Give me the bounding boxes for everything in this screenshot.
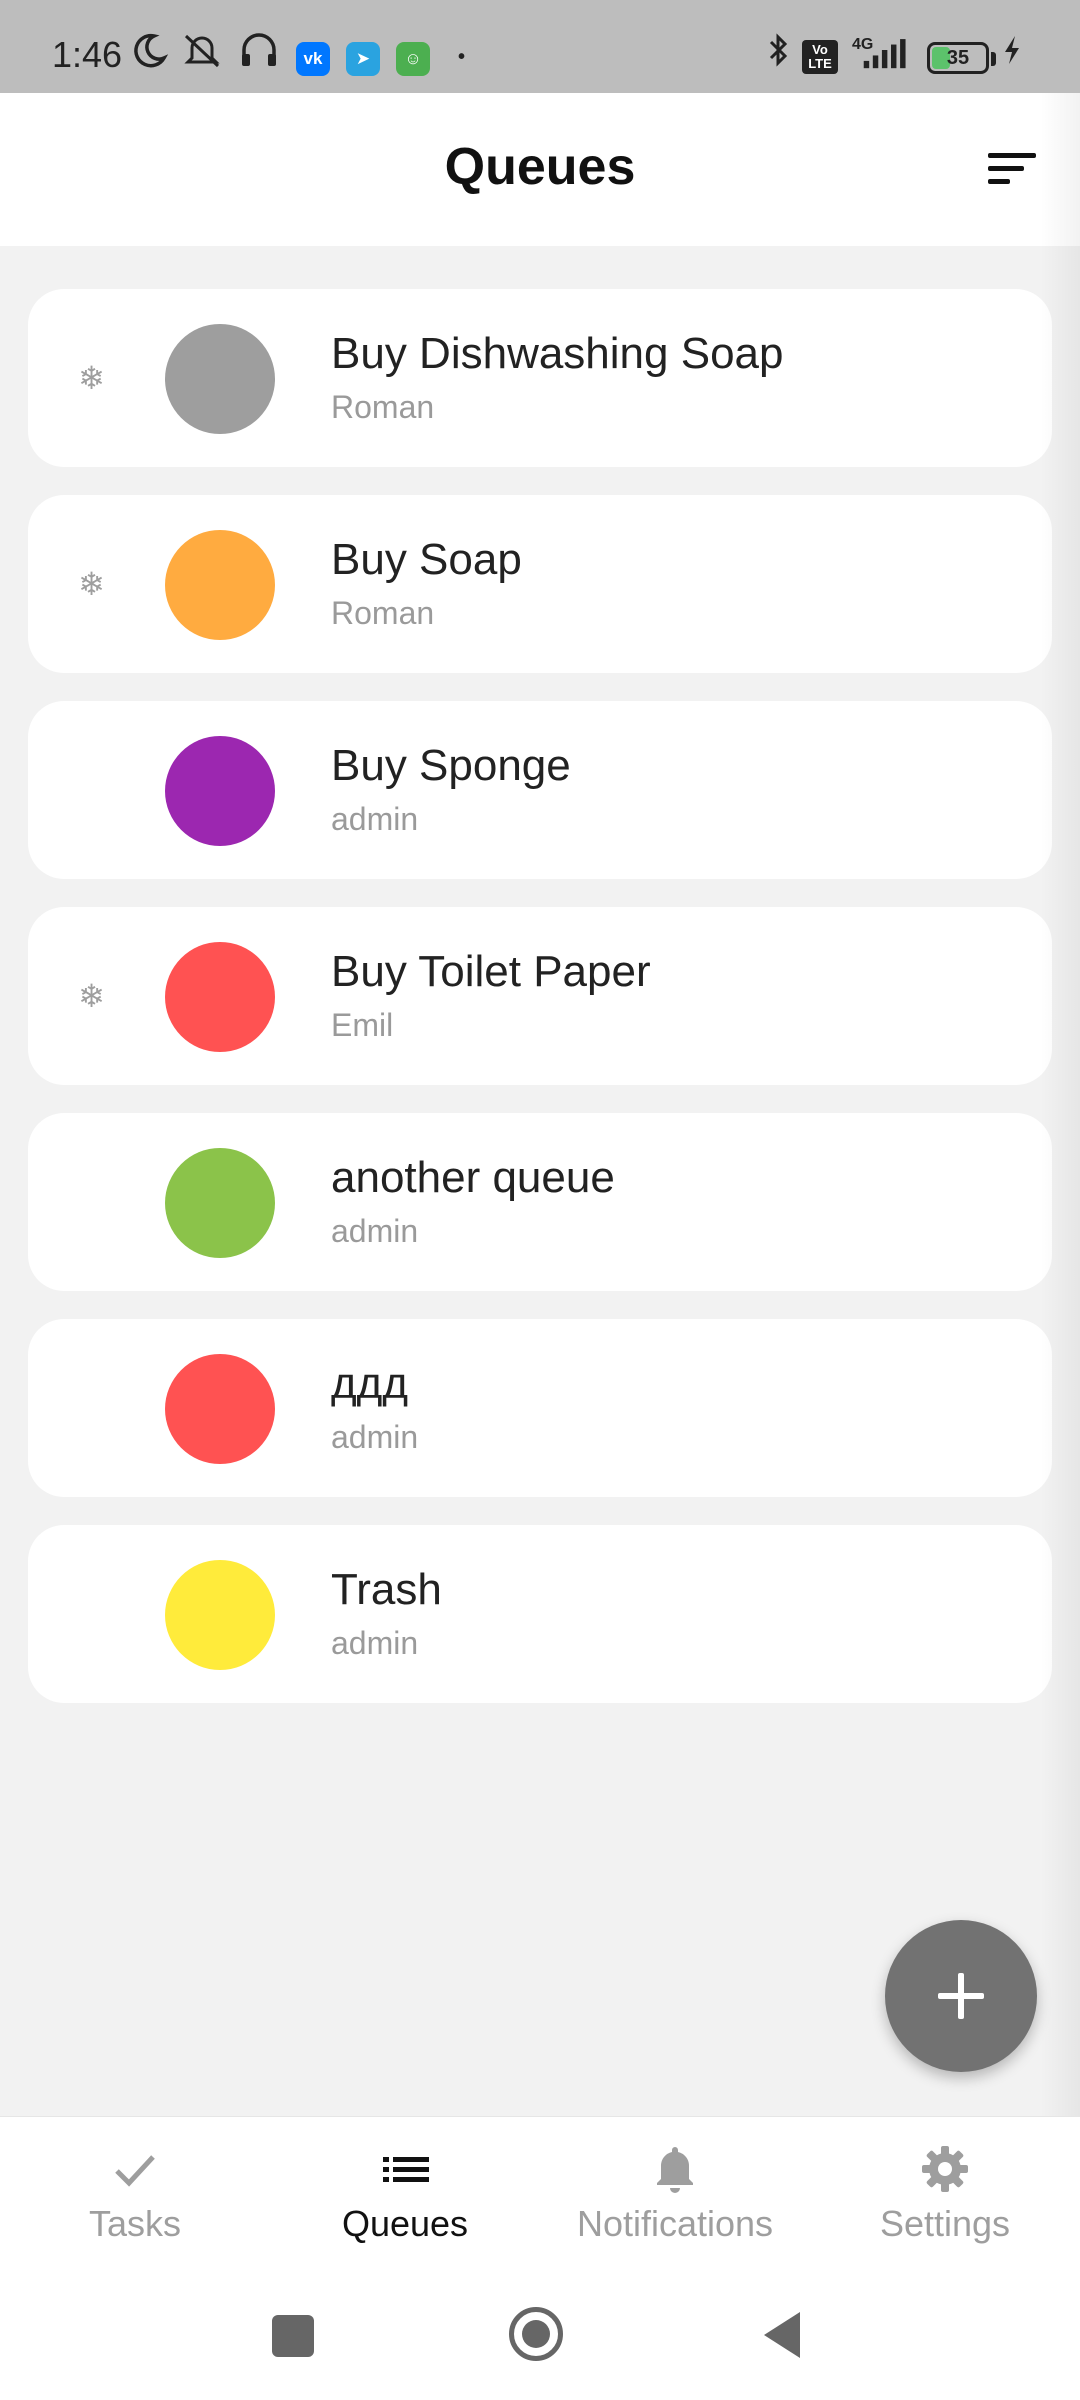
queue-name: Buy Toilet Paper xyxy=(331,947,651,996)
queue-name: Buy Dishwashing Soap xyxy=(331,329,784,378)
check-icon xyxy=(115,2155,155,2187)
queue-card[interactable]: ❄ Buy Dishwashing Soap Roman xyxy=(28,289,1052,467)
queue-color-avatar xyxy=(165,1354,275,1464)
queue-color-avatar xyxy=(165,1560,275,1670)
queue-owner: admin xyxy=(331,1213,419,1249)
nav-label-settings: Settings xyxy=(879,2203,1011,2244)
battery-icon: 35 xyxy=(927,42,989,74)
home-button[interactable] xyxy=(509,2307,563,2361)
nav-item-notifications[interactable]: Notifications xyxy=(540,2117,810,2271)
queue-card[interactable]: ддд admin xyxy=(28,1319,1052,1497)
queue-color-avatar xyxy=(165,324,275,434)
signal-icon xyxy=(863,39,906,69)
snowflake-icon: ❄ xyxy=(78,360,105,396)
back-button[interactable] xyxy=(758,2308,806,2362)
status-bar: 1:46 vk ➤ ☺ • Vo LTE 4G 35 xyxy=(0,0,1080,93)
bot-icon: ☺ xyxy=(396,42,430,76)
queue-owner: admin xyxy=(331,1419,419,1455)
vk-icon: vk xyxy=(296,42,330,76)
queue-name: Trash xyxy=(331,1565,442,1614)
bluetooth-icon xyxy=(769,33,788,67)
page-title: Queues xyxy=(444,138,636,196)
add-queue-button[interactable] xyxy=(885,1920,1037,2072)
telegram-icon: ➤ xyxy=(346,42,380,76)
sort-button[interactable] xyxy=(980,145,1040,193)
battery-tip xyxy=(991,52,996,66)
queue-owner: Emil xyxy=(331,1007,394,1043)
queue-owner: admin xyxy=(331,801,419,837)
charging-icon xyxy=(1005,36,1019,64)
queue-card[interactable]: Trash admin xyxy=(28,1525,1052,1703)
bottom-nav: Tasks Queues Notifications Settings xyxy=(0,2116,1080,2270)
volte-badge: Vo LTE xyxy=(802,40,838,74)
nav-item-tasks[interactable]: Tasks xyxy=(0,2117,270,2271)
list-icon xyxy=(383,2157,429,2182)
moon-icon xyxy=(134,33,169,68)
queue-name: Buy Sponge xyxy=(331,741,571,790)
system-nav xyxy=(0,2270,1080,2400)
nav-label-queues: Queues xyxy=(341,2203,469,2244)
queue-card[interactable]: Buy Sponge admin xyxy=(28,701,1052,879)
nav-label-tasks: Tasks xyxy=(88,2203,182,2244)
queue-owner: admin xyxy=(331,1625,419,1661)
mute-icon xyxy=(184,34,220,68)
status-time: 1:46 xyxy=(52,34,123,75)
sort-icon xyxy=(988,153,1036,184)
bell-icon xyxy=(657,2147,693,2193)
queue-name: another queue xyxy=(331,1153,615,1202)
queue-color-avatar xyxy=(165,530,275,640)
queue-name: Buy Soap xyxy=(331,535,522,584)
snowflake-icon: ❄ xyxy=(78,566,105,602)
app-bar: Queues xyxy=(0,93,1080,246)
gear-icon xyxy=(922,2146,968,2192)
home-dot xyxy=(522,2320,550,2348)
queue-name: ддд xyxy=(331,1359,409,1408)
nav-label-notifications: Notifications xyxy=(576,2203,774,2244)
nav-item-settings[interactable]: Settings xyxy=(810,2117,1080,2271)
snowflake-icon: ❄ xyxy=(78,978,105,1014)
battery-label: 35 xyxy=(946,46,970,69)
queue-owner: Roman xyxy=(331,595,435,631)
queue-color-avatar xyxy=(165,1148,275,1258)
dot-icon: • xyxy=(458,46,466,68)
recents-button[interactable] xyxy=(272,2315,314,2357)
nav-item-queues[interactable]: Queues xyxy=(270,2117,540,2271)
queue-owner: Roman xyxy=(331,389,435,425)
queue-color-avatar xyxy=(165,942,275,1052)
queue-card[interactable]: another queue admin xyxy=(28,1113,1052,1291)
queue-color-avatar xyxy=(165,736,275,846)
queue-card[interactable]: ❄ Buy Toilet Paper Emil xyxy=(28,907,1052,1085)
headphones-icon xyxy=(242,33,276,66)
queue-card[interactable]: ❄ Buy Soap Roman xyxy=(28,495,1052,673)
plus-icon xyxy=(938,1973,984,2019)
